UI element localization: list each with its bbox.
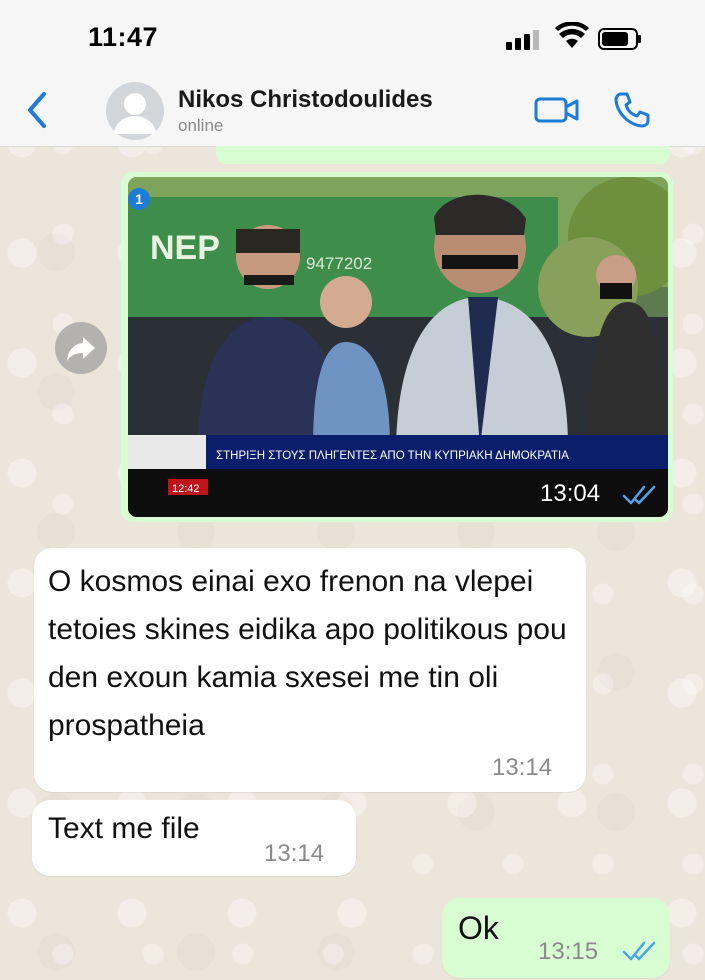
avatar-icon bbox=[114, 93, 156, 134]
truck-text: NEP bbox=[150, 229, 220, 267]
message-time: 13:15 bbox=[538, 938, 599, 965]
message-text: Ok bbox=[458, 910, 499, 946]
chat-header: Nikos Christodoulides online bbox=[0, 78, 705, 147]
contact-status: online bbox=[178, 116, 224, 135]
video-camera-icon[interactable] bbox=[534, 94, 580, 126]
double-check-icon bbox=[622, 941, 656, 961]
battery-icon bbox=[598, 28, 641, 50]
contact-name[interactable]: Nikos Christodoulides bbox=[178, 86, 433, 114]
view-once-badge: 1 bbox=[128, 188, 150, 210]
signal-icon bbox=[506, 30, 546, 50]
status-bar: 11:47 bbox=[0, 0, 705, 78]
previous-message-bubble bbox=[216, 146, 670, 164]
incoming-message-bubble[interactable]: Text me file 13:14 bbox=[32, 800, 356, 876]
forward-icon bbox=[67, 337, 95, 361]
message-time: 13:14 bbox=[492, 754, 553, 781]
tv-clock: 12:42 bbox=[172, 483, 200, 495]
image-message-photo[interactable]: NEP 9477202 12:42 ΣΤΗΡΙΞΗ ΣΤΟΥΣ ΠΛΗΓΕΝΤΕ… bbox=[128, 177, 668, 517]
outgoing-message-bubble[interactable]: Ok 13:15 bbox=[442, 898, 670, 978]
message-time: 13:04 bbox=[540, 480, 601, 507]
message-time: 13:14 bbox=[264, 840, 325, 867]
message-text: Text me file bbox=[48, 812, 200, 845]
tv-caption: ΣΤΗΡΙΞΗ ΣΤΟΥΣ ΠΛΗΓΕΝΤΕΣ ΑΠΟ ΤΗΝ ΚΥΠΡΙΑΚΗ… bbox=[216, 450, 569, 462]
incoming-message-bubble[interactable]: O kosmos einai exo frenon na vlepei teto… bbox=[34, 548, 586, 792]
wifi-icon bbox=[555, 22, 589, 48]
status-time: 11:47 bbox=[88, 22, 159, 52]
double-check-icon bbox=[622, 485, 656, 505]
phone-icon[interactable] bbox=[612, 90, 652, 130]
avatar[interactable] bbox=[106, 82, 164, 140]
forward-button[interactable] bbox=[55, 322, 107, 374]
message-text: O kosmos einai exo frenon na vlepei teto… bbox=[48, 565, 567, 742]
chevron-left-icon[interactable] bbox=[22, 88, 54, 132]
truck-number: 9477202 bbox=[306, 254, 372, 273]
